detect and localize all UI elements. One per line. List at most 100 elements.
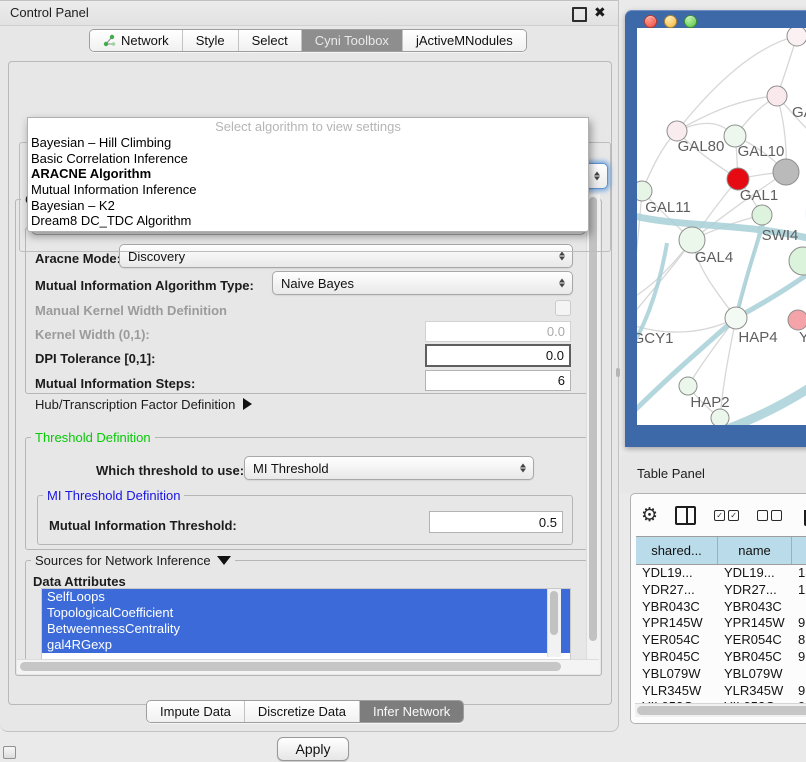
table-cell: YDR27... (636, 582, 718, 599)
node-label-gal10: GAL10 (738, 143, 785, 160)
minimize-traffic-light-icon[interactable] (664, 15, 677, 28)
gear-icon[interactable]: ⚙ (641, 504, 658, 527)
mi-threshold-label: Mutual Information Threshold: (49, 518, 237, 533)
network-node[interactable] (773, 159, 799, 185)
apply-button[interactable]: Apply (277, 737, 349, 761)
node-label-y: Y (799, 329, 806, 346)
tab-select[interactable]: Select (239, 30, 302, 51)
column-header-a[interactable]: A (792, 537, 806, 564)
column-header-shared[interactable]: shared... (636, 537, 718, 564)
table-cell: YDL19... (718, 565, 792, 582)
table-row[interactable]: YDL19...YDL19...13 (636, 565, 806, 582)
table-horizontal-scrollbar[interactable] (635, 703, 806, 717)
tab-jactivemnodules[interactable]: jActiveMNodules (403, 30, 526, 51)
table-row[interactable]: YER054CYER054C8. (636, 632, 806, 649)
network-node-y[interactable] (788, 310, 806, 330)
manual-kernel-label: Manual Kernel Width Definition (35, 303, 227, 318)
unchecked-box-icon (771, 510, 782, 521)
sources-group-title: Sources for Network Inference (31, 553, 235, 568)
mi-steps-value: 6 (558, 373, 565, 388)
attribute-item-selfloops[interactable]: SelfLoops (42, 589, 570, 605)
scrollbar-thumb[interactable] (550, 591, 558, 635)
combo-stepper-icon (594, 172, 600, 181)
attribute-item-topologicalcoefficient[interactable]: TopologicalCoefficient (42, 605, 570, 621)
tab-style[interactable]: Style (183, 30, 239, 51)
settings-vertical-scrollbar[interactable] (586, 194, 600, 674)
hub-section-toggle[interactable]: Hub/Transcription Factor Definition (35, 397, 252, 412)
select-all-checks-icon[interactable]: ✓ ✓ (714, 510, 739, 521)
checked-box-icon: ✓ (728, 510, 739, 521)
tab-discretize-data[interactable]: Discretize Data (245, 701, 360, 722)
control-panel-window: Control Panel ✖ NetworkStyleSelectCyni T… (0, 0, 619, 732)
dropdown-option-mutual-information-inference[interactable]: Mutual Information Inference (28, 182, 588, 198)
tab-impute-data[interactable]: Impute Data (147, 701, 245, 722)
table-row[interactable]: YPR145WYPR145W9. (636, 615, 806, 632)
tab-label: Style (196, 33, 225, 48)
table-cell: 9. (792, 615, 806, 632)
float-window-icon[interactable] (572, 7, 587, 22)
attribute-item-betweennesscentrality[interactable]: BetweennessCentrality (42, 621, 570, 637)
columns-icon[interactable] (675, 506, 696, 525)
data-attributes-label: Data Attributes (33, 574, 126, 589)
manual-kernel-checkbox[interactable] (555, 300, 571, 316)
scrollbar-thumb[interactable] (589, 197, 597, 641)
network-node-hap2[interactable] (679, 377, 697, 395)
mi-steps-field[interactable]: 6 (425, 370, 571, 391)
table-cell: 9. (792, 649, 806, 666)
table-row[interactable]: YBR045CYBR045C9. (636, 649, 806, 666)
table-cell: YBL079W (718, 666, 792, 683)
close-traffic-light-icon[interactable] (644, 15, 657, 28)
cyni-toolbox-panel: gal-filtered.sif default node Select alg… (8, 61, 612, 705)
settings-horizontal-scrollbar[interactable] (17, 659, 599, 674)
which-threshold-value: MI Threshold (253, 461, 329, 476)
tab-network[interactable]: Network (90, 30, 183, 51)
network-canvas[interactable]: GALGAL80GAL10GAL1GAL11SWI4GAL4GCY1HAP4YH… (637, 28, 806, 425)
zoom-traffic-light-icon[interactable] (684, 15, 697, 28)
deselect-all-checks-icon[interactable] (757, 510, 782, 521)
network-node-swi4[interactable] (752, 205, 772, 225)
mi-type-combo[interactable]: Naive Bayes (272, 271, 573, 295)
network-node-hap4[interactable] (725, 307, 747, 329)
network-node-gal[interactable] (767, 86, 787, 106)
panel-resize-grip[interactable] (616, 368, 620, 377)
tab-infer-network[interactable]: Infer Network (360, 701, 463, 722)
dropdown-option-bayesian-hill-climbing[interactable]: Bayesian – Hill Climbing (28, 135, 588, 151)
network-edges-thick (637, 153, 806, 425)
threshold-definition-title: Threshold Definition (31, 430, 155, 445)
dropdown-option-dream8-dc-tdc-algorithm[interactable]: Dream8 DC_TDC Algorithm (28, 213, 588, 229)
scrollbar-thumb[interactable] (20, 662, 561, 671)
table-cell: 9. (792, 683, 806, 700)
table-row[interactable]: YLR345WYLR345W9. (636, 683, 806, 700)
dpi-tolerance-field[interactable]: 0.0 (425, 344, 571, 367)
table-cell: YBL079W (636, 666, 718, 683)
table-row[interactable]: YDR27...YDR27...12 (636, 582, 806, 599)
column-header-name[interactable]: name (718, 537, 792, 564)
node-label-hap4: HAP4 (738, 329, 777, 346)
table-cell: YER054C (636, 632, 718, 649)
table-row[interactable]: YBR043CYBR043C (636, 599, 806, 616)
table-cell: YBR043C (636, 599, 718, 616)
network-node[interactable] (787, 28, 806, 46)
network-node[interactable] (789, 247, 806, 275)
tab-cyni-toolbox[interactable]: Cyni Toolbox (302, 30, 403, 51)
close-icon[interactable]: ✖ (594, 4, 606, 21)
dropdown-option-aracne-algorithm[interactable]: ARACNE Algorithm (28, 166, 588, 182)
docked-panel-icon[interactable] (3, 746, 16, 759)
which-threshold-combo[interactable]: MI Threshold (244, 456, 534, 480)
network-edge (677, 36, 797, 131)
attributes-list-scrollbar[interactable] (547, 589, 561, 657)
table-cell: YER054C (718, 632, 792, 649)
table-header-row: shared...nameA (636, 536, 806, 565)
data-attributes-list[interactable]: SelfLoopsTopologicalCoefficientBetweenne… (41, 588, 571, 660)
network-node-gal11[interactable] (637, 181, 652, 201)
dropdown-option-bayesian-k2[interactable]: Bayesian – K2 (28, 198, 588, 214)
mi-threshold-field[interactable]: 0.5 (429, 511, 563, 533)
kernel-width-field[interactable]: 0.0 (425, 321, 571, 342)
table-row[interactable]: YBL079WYBL079W (636, 666, 806, 683)
scrollbar-thumb[interactable] (637, 706, 806, 715)
dropdown-option-basic-correlation-inference[interactable]: Basic Correlation Inference (28, 151, 588, 167)
attribute-item-gal4rgexp[interactable]: gal4RGexp (42, 637, 570, 653)
table-cell: YDR27... (718, 582, 792, 599)
combo-stepper-icon (559, 252, 565, 261)
network-node[interactable] (711, 409, 729, 425)
